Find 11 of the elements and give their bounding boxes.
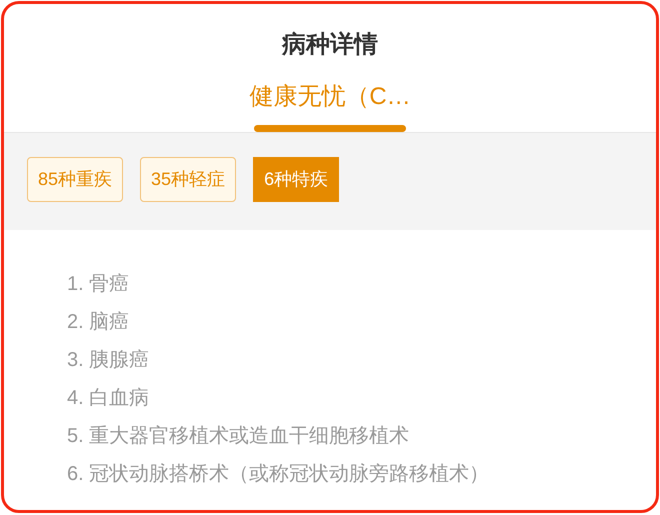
disease-item: 1. 骨癌 xyxy=(67,272,130,297)
page-title: 病种详情 xyxy=(282,30,378,60)
category-tab[interactable]: 85种重疾 xyxy=(27,156,124,202)
category-tab[interactable]: 6种特疾 xyxy=(253,156,340,202)
plan-tab[interactable]: 健康无忧（C… xyxy=(249,80,411,114)
disease-item: 5. 重大器官移植术或造血干细胞移植术 xyxy=(67,424,410,449)
disease-item: 6. 冠状动脉搭桥术（或称冠状动脉旁路移植术） xyxy=(67,462,490,487)
category-tab[interactable]: 35种轻症 xyxy=(140,156,236,202)
disease-item: 2. 脑癌 xyxy=(67,310,130,335)
disease-item: 3. 胰腺癌 xyxy=(67,348,150,373)
disease-item: 4. 白血病 xyxy=(67,386,150,411)
